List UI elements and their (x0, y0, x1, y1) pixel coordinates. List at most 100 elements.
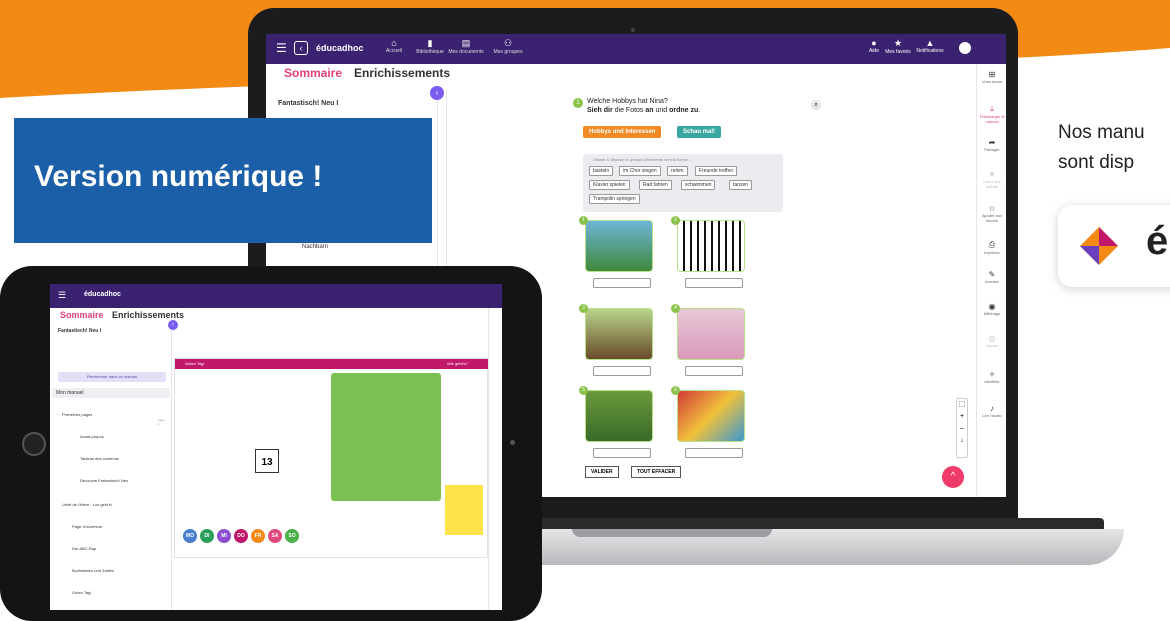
nav-tab-groups[interactable]: ⚇ Mes groupes (488, 38, 528, 55)
toolbar-download[interactable]: ⤓ Télécharger le manuel (977, 104, 1006, 124)
close-icon: ✕ (988, 170, 996, 179)
toolbar-identify[interactable]: ✧ Identifier (977, 370, 1006, 384)
zoom-icon[interactable]: ⌕ (811, 100, 821, 110)
print-icon: ⎙ (988, 240, 996, 249)
tablet-screen: ☰ éducadhoc Sommaire Enrichissements Fan… (50, 284, 502, 610)
pen-icon: ✎ (988, 270, 996, 279)
toc-item[interactable]: Premières pages page 1 (62, 412, 165, 426)
nav-tab-library[interactable]: ▮ Bibliothèque (410, 38, 450, 55)
header-notifications[interactable]: ▲ Notifications (912, 38, 948, 54)
tablet-right-toolbar (488, 308, 502, 610)
collapse-sidebar-icon[interactable]: ‹ (168, 320, 178, 330)
scroll-up-icon[interactable]: ^ (942, 466, 964, 488)
toc-item[interactable]: Découvre Fantastisch! Neu (80, 478, 128, 483)
weekday-circle: SO (285, 529, 299, 543)
toolbar-annotate[interactable]: ✎ Annoter (977, 270, 1006, 284)
eye-icon: ◎ (988, 334, 996, 343)
answer-box[interactable] (685, 448, 743, 458)
word-chip[interactable]: basteln (589, 166, 614, 176)
tab-sommaire[interactable]: Sommaire (284, 66, 342, 80)
page-header-left: Guten Tag! (185, 361, 205, 366)
photo-number: 1 (579, 216, 588, 225)
bell-icon: ▲ (925, 38, 935, 48)
toc-item[interactable]: Avant-propos (80, 434, 104, 439)
word-chip[interactable]: tanzen (729, 180, 753, 190)
schau-mal-button[interactable]: Schau mal! (677, 126, 722, 138)
collapse-sidebar-icon[interactable]: ‹ (430, 86, 444, 100)
toolbar-display[interactable]: ◉ Affichage (977, 302, 1006, 316)
word-chip[interactable]: schwimmen (681, 180, 716, 190)
nav-tab-documents[interactable]: ▤ Mes documents (446, 38, 486, 55)
globe-icon: ◉ (988, 302, 996, 311)
hobbys-button[interactable]: Hobbys und Interessen (583, 126, 662, 138)
tab-enrichissements[interactable]: Enrichissements (354, 66, 450, 80)
toolbar-print[interactable]: ⎙ Imprimer (977, 240, 1006, 255)
toolbar-audio[interactable]: ♪ Lire l'audio (977, 404, 1006, 418)
photo-crafts (677, 390, 745, 442)
toolbar-views[interactable]: ⊞ Vues écran (977, 70, 1006, 84)
word-chip[interactable]: reiten (667, 166, 688, 176)
toc-item[interactable]: Page d'ouverture (72, 524, 102, 529)
laptop-notch (572, 529, 772, 537)
textbook-page: Guten Tag! Wie geht's? 13 MO DI MI DO FR SA SO (174, 358, 489, 558)
answer-box[interactable] (593, 366, 651, 376)
tablet-app-header: ☰ éducadhoc (50, 284, 502, 308)
word-bank-hint: Glisser & déposer le groupe d'éléments v… (593, 157, 692, 162)
exercise-instruction: Sieh dir die Fotos an und ordne zu. (587, 107, 701, 114)
menu-icon[interactable]: ☰ (58, 290, 66, 301)
laptop-camera (631, 28, 635, 32)
star-icon: ☆ (988, 204, 996, 213)
photo-dance (677, 308, 745, 360)
answer-box[interactable] (685, 278, 743, 288)
toolbar-create[interactable]: ✕ Créer une activité (977, 170, 1006, 189)
zoom-controls[interactable]: ⬚ + – ↓ (956, 398, 968, 458)
toolbar-favorite[interactable]: ☆ Ajouter aux favoris (977, 204, 1006, 223)
answer-box[interactable] (593, 278, 651, 288)
header-favorites[interactable]: ★ Mes favoris (880, 38, 916, 55)
photo-friends (585, 390, 653, 442)
photo-piano (677, 220, 745, 272)
photo-horse (585, 308, 653, 360)
search-manual-button[interactable]: Rechercher dans ce manuel (58, 372, 166, 382)
toc-item[interactable]: Buchstaben und Zahlen (72, 568, 114, 573)
validate-button[interactable]: VALIDER (585, 466, 619, 478)
photo-number: 6 (671, 386, 680, 395)
app-header: ☰ ‹ éducadhoc ⌂ Accueil ▮ Bibliothèque ▤ Me… (266, 34, 1006, 64)
weekday-circle: MI (217, 529, 231, 543)
word-chip[interactable]: im Chor singen (619, 166, 661, 176)
word-chip[interactable]: Freunde treffen (695, 166, 738, 176)
weekday-circle: FR (251, 529, 265, 543)
toolbar-hide[interactable]: ◎ Cacher (977, 334, 1006, 348)
toc-item[interactable]: Der ABC-Rap (72, 546, 96, 551)
nav-tab-home[interactable]: ⌂ Accueil (374, 38, 414, 54)
menu-icon[interactable]: ☰ (276, 41, 287, 55)
tablet-home-button[interactable] (22, 432, 46, 456)
toc-item[interactable]: Guten Tag! (72, 590, 92, 595)
word-chip[interactable]: Trampolin springen (589, 194, 640, 204)
star-icon: ★ (893, 38, 903, 48)
logo-letter: é (1146, 219, 1169, 263)
sidebar-item[interactable]: Nachbarn (302, 244, 328, 250)
word-chip[interactable]: Klavier spielen (589, 180, 630, 190)
tablet-sidebar: Fantastisch! Neu I Rechercher dans ce ma… (50, 322, 172, 610)
tab-enrichissements[interactable]: Enrichissements (112, 310, 184, 320)
answer-box[interactable] (593, 448, 651, 458)
toc-item[interactable]: Tableau des contenus (80, 456, 119, 461)
educadhoc-mark-icon (1080, 227, 1118, 265)
book-title: Fantastisch! Neu I (58, 328, 102, 334)
version-badge-text: Version numérique ! (34, 160, 323, 193)
toc-item[interactable]: Unité de l'élève - Los geht's! (62, 502, 112, 507)
avatar[interactable] (959, 42, 971, 54)
photo-number: 2 (671, 216, 680, 225)
exercise-number: 1 (573, 98, 583, 108)
back-icon[interactable]: ‹ (294, 41, 308, 55)
answer-box[interactable] (685, 366, 743, 376)
promo-line-2: sont disp (1058, 152, 1135, 173)
page-header: Guten Tag! Wie geht's? (175, 359, 489, 369)
clear-all-button[interactable]: TOUT EFFACER (631, 466, 682, 478)
my-manual-header: Mon manuel (52, 388, 170, 398)
share-icon: ➦ (988, 138, 996, 147)
toolbar-share[interactable]: ➦ Partager (977, 138, 1006, 152)
word-chip[interactable]: Rad fahren (639, 180, 672, 190)
tab-sommaire[interactable]: Sommaire (60, 310, 104, 320)
